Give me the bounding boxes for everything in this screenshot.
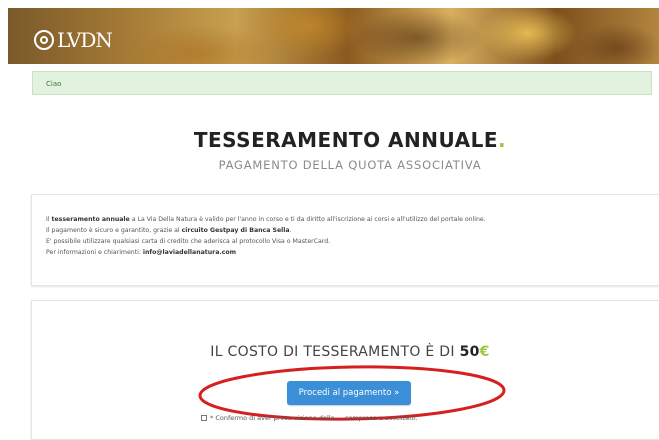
currency-symbol: €: [479, 344, 490, 360]
info-panel: Il tesseramento annuale a La Via Della N…: [31, 194, 659, 286]
terms-confirmation-text: * Confermo di aver preso visione della .…: [210, 414, 418, 422]
page-title: TESSERAMENTO ANNUALE.: [0, 128, 659, 152]
info-line-1: Il tesseramento annuale a La Via Della N…: [46, 216, 486, 223]
cost-amount: 50: [459, 344, 480, 360]
greeting-text: Ciao: [46, 80, 62, 88]
info-line-4: Per informazioni e chiarimenti: info@lav…: [46, 249, 237, 256]
header-banner: LVDN: [8, 8, 659, 64]
contact-email[interactable]: info@laviadellanatura.com: [143, 249, 236, 256]
page-heading: TESSERAMENTO ANNUALE. PAGAMENTO DELLA QU…: [0, 128, 659, 172]
page-title-text: TESSERAMENTO ANNUALE: [193, 128, 499, 152]
greeting-alert: Ciao: [32, 71, 652, 95]
info-line-3: E' possibile utilizzare qualsiasi carta …: [46, 238, 331, 245]
logo-icon: [34, 30, 54, 50]
site-logo[interactable]: LVDN: [34, 28, 113, 52]
info-line-2: Il pagamento è sicuro e garantito, grazi…: [46, 227, 292, 234]
proceed-to-payment-button[interactable]: Procedi al pagamento »: [287, 381, 411, 405]
cost-heading: IL COSTO DI TESSERAMENTO È DI 50€: [210, 344, 490, 360]
terms-confirmation: * Confermo di aver preso visione della .…: [201, 414, 418, 422]
terms-checkbox[interactable]: [201, 415, 207, 421]
title-dot: .: [498, 128, 507, 152]
logo-text: LVDN: [57, 28, 113, 52]
page-subtitle: PAGAMENTO DELLA QUOTA ASSOCIATIVA: [218, 158, 482, 172]
